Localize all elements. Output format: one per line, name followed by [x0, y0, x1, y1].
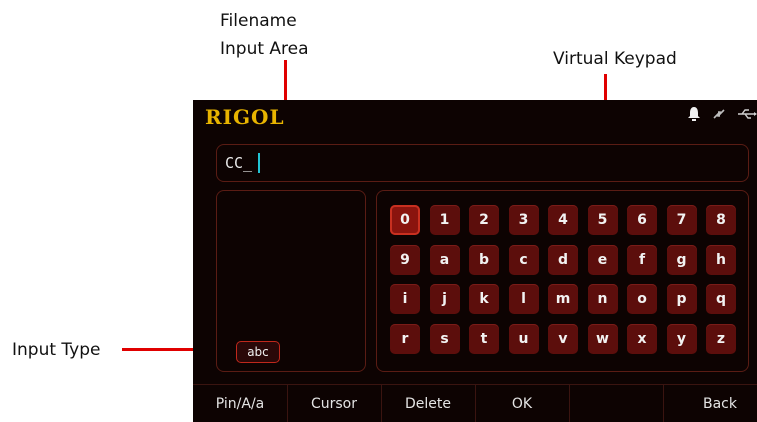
softkey-bar: Pin/A/a Cursor Delete OK Back [193, 384, 757, 422]
status-icons [687, 106, 757, 128]
key-6[interactable]: 6 [627, 205, 657, 235]
key-e[interactable]: e [587, 244, 618, 275]
key-8[interactable]: 8 [706, 205, 736, 235]
softkey-delete[interactable]: Delete [381, 385, 475, 422]
softkey-divider [287, 385, 288, 422]
softkey-ok[interactable]: OK [475, 385, 569, 422]
key-1[interactable]: 1 [429, 205, 460, 235]
key-x[interactable]: x [627, 323, 657, 354]
key-r[interactable]: r [390, 323, 420, 354]
callout-filename-line2: Input Area [220, 39, 309, 59]
key-3[interactable]: 3 [508, 205, 539, 235]
softkey-back[interactable]: Back [663, 385, 757, 422]
key-d[interactable]: d [548, 244, 578, 275]
key-g[interactable]: g [666, 244, 697, 275]
callout-virtual-keypad: Virtual Keypad [553, 49, 677, 69]
key-f[interactable]: f [627, 244, 657, 275]
key-y[interactable]: y [666, 323, 697, 354]
key-k[interactable]: k [469, 284, 499, 314]
input-type-button[interactable]: abc [236, 341, 280, 363]
text-cursor [258, 153, 260, 173]
key-9[interactable]: 9 [390, 244, 420, 275]
usb-icon [737, 107, 757, 127]
key-q[interactable]: q [706, 284, 736, 314]
virtual-keypad: 012345678 9abcdefgh ijklmnopq rstuvwxyz [376, 190, 749, 372]
key-t[interactable]: t [469, 323, 499, 354]
softkey-divider [663, 385, 664, 422]
key-p[interactable]: p [666, 284, 697, 314]
key-u[interactable]: u [508, 323, 539, 354]
input-type-panel: abc [216, 190, 366, 372]
key-b[interactable]: b [469, 244, 499, 275]
key-w[interactable]: w [587, 323, 618, 354]
softkey-divider [381, 385, 382, 422]
key-0[interactable]: 0 [390, 205, 420, 235]
key-v[interactable]: v [548, 323, 578, 354]
key-7[interactable]: 7 [666, 205, 697, 235]
softkey-divider [475, 385, 476, 422]
key-l[interactable]: l [508, 284, 539, 314]
softkey-empty[interactable] [569, 385, 663, 422]
key-a[interactable]: a [429, 244, 460, 275]
key-j[interactable]: j [429, 284, 460, 314]
filename-input-area[interactable]: CC_ [216, 144, 749, 182]
key-n[interactable]: n [587, 284, 618, 314]
softkey-divider [569, 385, 570, 422]
key-z[interactable]: z [706, 323, 736, 354]
key-5[interactable]: 5 [587, 205, 618, 235]
key-c[interactable]: c [508, 244, 539, 275]
sync-icon [711, 107, 727, 127]
key-o[interactable]: o [627, 284, 657, 314]
bell-icon [687, 106, 701, 128]
instrument-screen: RIGOL CC_ abc 0123456789abcdefghijklmnop… [193, 100, 757, 422]
key-4[interactable]: 4 [548, 205, 578, 235]
rigol-logo: RIGOL [205, 105, 285, 129]
key-i[interactable]: i [390, 284, 420, 314]
softkey-pin-a-a[interactable]: Pin/A/a [193, 385, 287, 422]
key-m[interactable]: m [548, 284, 578, 314]
callout-filename-line1: Filename [220, 11, 297, 31]
key-h[interactable]: h [706, 244, 736, 275]
key-2[interactable]: 2 [469, 205, 499, 235]
key-s[interactable]: s [429, 323, 460, 354]
softkey-cursor[interactable]: Cursor [287, 385, 381, 422]
filename-value: CC_ [225, 154, 253, 172]
callout-input-type: Input Type [12, 340, 101, 360]
